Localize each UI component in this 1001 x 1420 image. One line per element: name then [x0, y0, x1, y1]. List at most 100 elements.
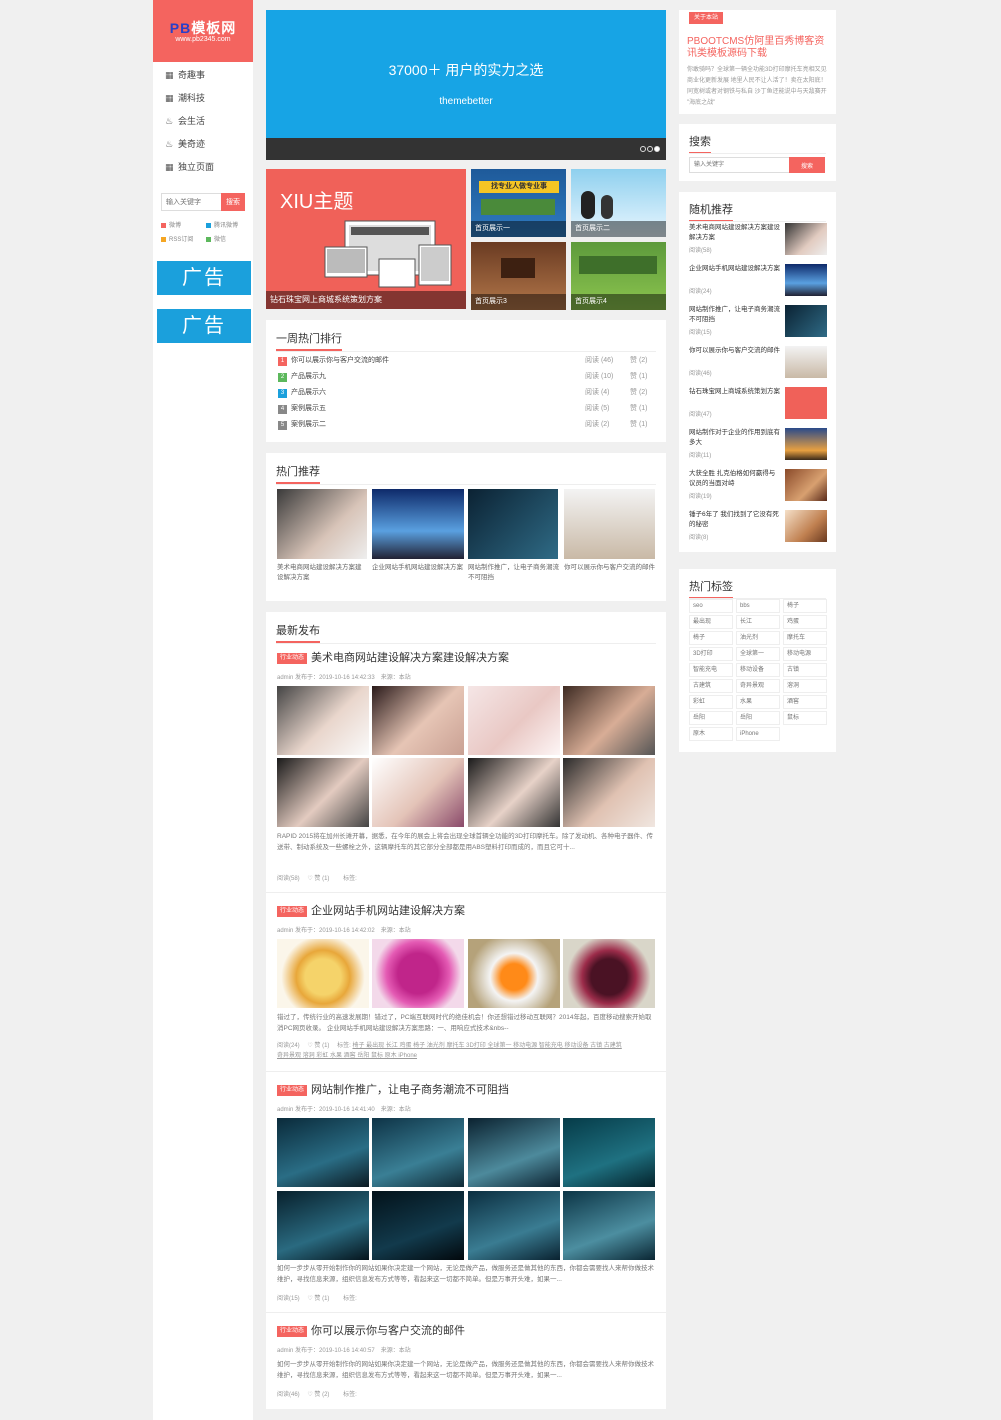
ad-banner-1[interactable]: 广告 — [157, 261, 251, 295]
nav-item-4[interactable]: ♨ 美奇迹 — [165, 135, 245, 153]
tag-chip[interactable]: 智能充电 — [689, 663, 733, 677]
tag-chip[interactable]: 椅子 — [689, 631, 733, 645]
recommend-image[interactable] — [564, 489, 655, 559]
sidebar-search-input[interactable] — [162, 194, 222, 210]
feature-tile-1[interactable]: 找专业人做专业事 首页展示一 — [471, 169, 566, 237]
post-image[interactable] — [277, 1118, 369, 1187]
random-item[interactable]: 美术电商网站建设解决方案建设解决方案 阅读(58) — [689, 223, 827, 263]
post-image[interactable] — [563, 1118, 655, 1187]
post-tags-line[interactable]: 奇异景观 溶洞 彩虹 水果 酒窖 岳阳 鼠标 原木 iPhone — [277, 1053, 417, 1059]
recommend-image[interactable] — [277, 489, 367, 559]
post-image[interactable] — [277, 1191, 369, 1260]
rank-row[interactable]: 4 案例展示五 阅读 (5) 赞 (1) — [278, 404, 656, 420]
like-count[interactable]: 赞 (2) — [314, 1392, 329, 1398]
post-image[interactable] — [372, 1191, 464, 1260]
recommend-image[interactable] — [468, 489, 558, 559]
about-title[interactable]: PBOOTCMS仿阿里百秀博客资讯类模板源码下载 — [687, 36, 829, 60]
ad-banner-2[interactable]: 广告 — [157, 309, 251, 343]
tag-chip[interactable]: 彩虹 — [689, 695, 733, 709]
random-item[interactable]: 你可以展示你与客户交流的邮件 阅读(46) — [689, 346, 827, 386]
rank-row[interactable]: 3 产品展示六 阅读 (4) 赞 (2) — [278, 388, 656, 404]
post-image[interactable] — [372, 686, 464, 755]
tag-chip[interactable]: 3D打印 — [689, 647, 733, 661]
post-image[interactable] — [563, 939, 655, 1008]
hero-banner[interactable]: 37000＋ 用户的实力之选 themebetter — [266, 10, 666, 160]
recommend-caption[interactable]: 美术电商网站建设解决方案建设解决方案 — [277, 563, 367, 583]
slider-dot[interactable] — [647, 146, 653, 152]
post-image[interactable] — [372, 758, 464, 827]
nav-item-2[interactable]: ▦ 潮科技 — [165, 89, 245, 107]
search-widget-button[interactable]: 搜索 — [789, 157, 825, 173]
nav-item-3[interactable]: ♨ 会生活 — [165, 112, 245, 130]
feature-tile-2[interactable]: 首页展示二 — [571, 169, 666, 237]
rank-row[interactable]: 5 案例展示二 阅读 (2) 赞 (1) — [278, 420, 656, 436]
tag-chip[interactable]: 岳阳 — [736, 711, 780, 725]
recommend-caption[interactable]: 你可以展示你与客户交流的邮件 — [564, 563, 656, 573]
post-image[interactable] — [277, 686, 369, 755]
tag-chip[interactable]: 椅子 — [783, 599, 827, 613]
random-item[interactable]: 企业网站手机网站建设解决方案 阅读(24) — [689, 264, 827, 304]
post-image[interactable] — [468, 686, 560, 755]
tencent-weibo-link[interactable]: 腾讯微博 — [206, 221, 238, 231]
sidebar-search-button[interactable]: 搜索 — [221, 193, 245, 211]
post-image[interactable] — [468, 758, 560, 827]
random-item[interactable]: 网站制作推广，让电子商务潮流不可阻挡 阅读(15) — [689, 305, 827, 345]
tag-chip[interactable]: 酒窖 — [783, 695, 827, 709]
slider-dot[interactable] — [640, 146, 646, 152]
post-image[interactable] — [468, 1118, 560, 1187]
feature-main[interactable]: XIU主题 钻石珠宝网上商城系统策划方案 — [266, 169, 466, 309]
recommend-image[interactable] — [372, 489, 464, 559]
tag-chip[interactable]: 摩托车 — [783, 631, 827, 645]
weibo-link[interactable]: 微博 — [161, 221, 181, 231]
like-count[interactable]: 赞 (1) — [314, 1296, 329, 1302]
wechat-link[interactable]: 微信 — [206, 235, 226, 245]
post-title[interactable]: 行业动态 你可以展示你与客户交流的邮件 — [277, 1324, 465, 1338]
post-image[interactable] — [563, 1191, 655, 1260]
post-title[interactable]: 行业动态 美术电商网站建设解决方案建设解决方案 — [277, 651, 509, 665]
tag-chip[interactable]: 古建筑 — [689, 679, 733, 693]
nav-item-1[interactable]: ▦ 奇趣事 — [165, 66, 245, 84]
rank-row[interactable]: 1 你可以展示你与客户交流的邮件 阅读 (46) 赞 (2) — [278, 356, 656, 372]
post-title[interactable]: 行业动态 网站制作推广，让电子商务潮流不可阻挡 — [277, 1083, 509, 1097]
slider-dot-active[interactable] — [654, 146, 660, 152]
feature-tile-4[interactable]: 首页展示4 — [571, 242, 666, 310]
tag-chip[interactable]: 全球第一 — [736, 647, 780, 661]
tag-chip[interactable]: 溶洞 — [783, 679, 827, 693]
tag-chip[interactable]: 移动电源 — [783, 647, 827, 661]
random-item[interactable]: 网站制作对于企业的作用到底有多大 阅读(11) — [689, 428, 827, 468]
tag-chip[interactable]: 岳阳 — [689, 711, 733, 725]
random-item[interactable]: 钻石珠宝网上商城系统策划方案 阅读(47) — [689, 387, 827, 427]
like-count[interactable]: 赞 (1) — [314, 1043, 329, 1049]
tag-chip[interactable]: bbs — [736, 599, 780, 613]
tag-chip[interactable]: 鼠标 — [783, 711, 827, 725]
tag-chip[interactable]: 最出现 — [689, 615, 733, 629]
recommend-caption[interactable]: 网站制作推广，让电子商务潮流不可阻挡 — [468, 563, 560, 583]
post-image[interactable] — [563, 758, 655, 827]
tag-chip[interactable]: 水果 — [736, 695, 780, 709]
recommend-caption[interactable]: 企业网站手机网站建设解决方案 — [372, 563, 464, 573]
rss-link[interactable]: RSS订阅 — [161, 235, 193, 245]
tag-chip[interactable]: 长江 — [736, 615, 780, 629]
random-item[interactable]: 大获全胜 扎克伯格如何赢得与议员的当面对峙 阅读(19) — [689, 469, 827, 509]
random-item[interactable]: 锤子6年了 我们找到了它没有死的秘密 阅读(8) — [689, 510, 827, 550]
tag-chip[interactable]: 奇异景观 — [736, 679, 780, 693]
tag-chip[interactable]: 移动设备 — [736, 663, 780, 677]
post-image[interactable] — [277, 939, 369, 1008]
post-image[interactable] — [563, 686, 655, 755]
tag-chip[interactable]: 油光剂 — [736, 631, 780, 645]
rank-row[interactable]: 2 产品展示九 阅读 (10) 赞 (1) — [278, 372, 656, 388]
post-tags-line[interactable]: 椅子 最出现 长江 鸡蛋 椅子 油光剂 摩托车 3D打印 全球第一 移动电源 智… — [352, 1043, 621, 1049]
like-count[interactable]: 赞 (1) — [314, 876, 329, 882]
post-image[interactable] — [468, 1191, 560, 1260]
post-image[interactable] — [468, 939, 560, 1008]
tag-chip[interactable]: 古镇 — [783, 663, 827, 677]
post-image[interactable] — [372, 939, 464, 1008]
search-widget-input[interactable] — [690, 158, 788, 172]
tag-chip[interactable]: 鸡蛋 — [783, 615, 827, 629]
tag-chip[interactable]: iPhone — [736, 727, 780, 741]
post-image[interactable] — [372, 1118, 464, 1187]
post-title[interactable]: 行业动态 企业网站手机网站建设解决方案 — [277, 904, 465, 918]
feature-tile-3[interactable]: 首页展示3 — [471, 242, 566, 310]
post-image[interactable] — [277, 758, 369, 827]
tag-chip[interactable]: seo — [689, 599, 733, 613]
